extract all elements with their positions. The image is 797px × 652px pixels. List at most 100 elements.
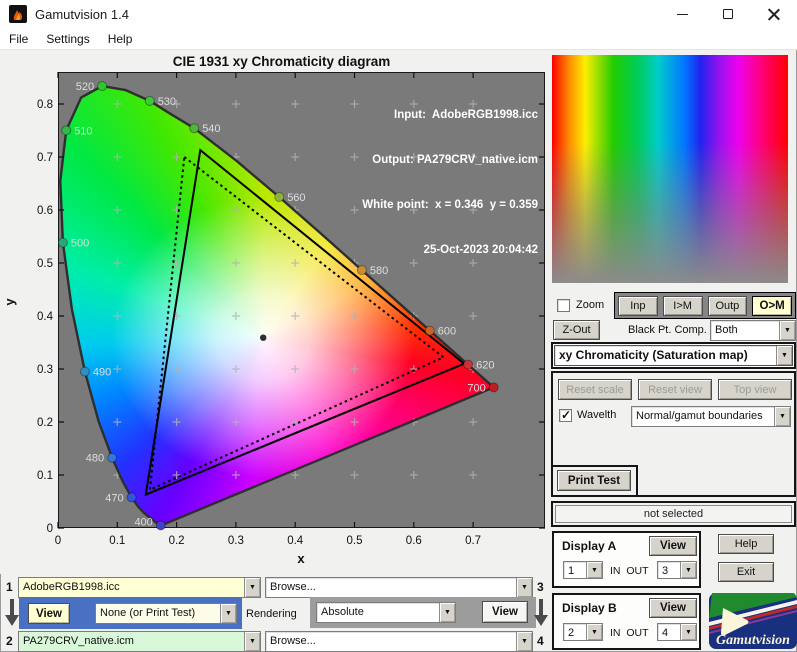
wavelength-label-400: 400 bbox=[134, 517, 152, 529]
operation-select[interactable]: None (or Print Test) bbox=[95, 603, 237, 624]
chevron-down-icon[interactable] bbox=[680, 562, 696, 578]
annotation-output: Output: PA279CRV_native.icm bbox=[372, 154, 538, 166]
boundaries-select[interactable]: Normal/gamut boundaries bbox=[631, 406, 791, 427]
grid-mark bbox=[231, 100, 240, 108]
display-b-view-button[interactable]: View bbox=[649, 598, 697, 618]
view-mode-select[interactable]: xy Chromaticity (Saturation map) bbox=[554, 345, 793, 366]
grid-mark bbox=[113, 100, 122, 108]
chevron-down-icon[interactable] bbox=[244, 632, 260, 651]
print-test-button[interactable]: Print Test bbox=[557, 470, 631, 491]
chevron-down-icon[interactable] bbox=[586, 624, 602, 640]
app-window: Gamutvision 1.4 File Settings Help CIE 193… bbox=[0, 0, 797, 652]
black-pt-comp-select[interactable]: Both bbox=[710, 320, 796, 341]
rendering-intent-select[interactable]: Absolute bbox=[316, 602, 456, 623]
grid-mark bbox=[469, 418, 478, 426]
profile-button-outp[interactable]: Outp bbox=[707, 295, 748, 316]
y-tick-label: 0.5 bbox=[37, 258, 53, 270]
zoom-checkbox[interactable] bbox=[557, 299, 570, 312]
slot-3-number: 3 bbox=[537, 580, 544, 594]
minimize-button[interactable] bbox=[659, 0, 705, 28]
z-out-button[interactable]: Z-Out bbox=[553, 320, 600, 340]
y-tick-label: 0.4 bbox=[37, 311, 54, 323]
grid-mark bbox=[172, 365, 181, 373]
slot-1-number: 1 bbox=[6, 580, 13, 594]
chevron-down-icon[interactable] bbox=[439, 603, 455, 622]
wavelength-label-470: 470 bbox=[105, 492, 123, 504]
display-b-in-select[interactable]: 2 bbox=[563, 623, 603, 641]
logo-text: Gamutvision bbox=[716, 633, 790, 648]
output-view-button[interactable]: View bbox=[482, 601, 528, 623]
flow-down-arrow-left-icon bbox=[5, 599, 19, 627]
wavelength-label-480: 480 bbox=[86, 453, 104, 465]
exit-button[interactable]: Exit bbox=[718, 562, 774, 582]
chevron-down-icon[interactable] bbox=[516, 632, 532, 651]
x-tick-label: 0.7 bbox=[465, 535, 481, 547]
chevron-down-icon[interactable] bbox=[220, 604, 236, 623]
wavelength-dot-540 bbox=[189, 123, 200, 134]
wavelth-checkbox[interactable] bbox=[559, 408, 572, 422]
reset-view-button[interactable]: Reset view bbox=[638, 379, 712, 400]
profile-button-inp[interactable]: Inp bbox=[618, 295, 658, 316]
menu-item-help[interactable]: Help bbox=[99, 30, 142, 48]
chevron-down-icon[interactable] bbox=[244, 578, 260, 597]
x-tick-label: 0.1 bbox=[109, 535, 125, 547]
status-frame: not selected bbox=[551, 501, 796, 527]
wavelength-dot-530 bbox=[144, 95, 155, 106]
annotation-timestamp: 25-Oct-2023 20:04:42 bbox=[423, 244, 538, 256]
maximize-button[interactable] bbox=[705, 0, 751, 28]
rendering-label: Rendering bbox=[246, 608, 297, 620]
chevron-down-icon[interactable] bbox=[776, 346, 792, 365]
top-view-button[interactable]: Top view bbox=[718, 379, 792, 400]
browse-output-select[interactable]: Browse... bbox=[265, 631, 533, 652]
wavelength-label-520: 520 bbox=[76, 81, 94, 93]
x-tick-label: 0.6 bbox=[406, 535, 422, 547]
grid-mark bbox=[231, 365, 240, 373]
y-tick-label: 0.3 bbox=[37, 364, 53, 376]
chevron-down-icon[interactable] bbox=[516, 578, 532, 597]
profile-button-o-m[interactable]: O>M bbox=[752, 295, 792, 316]
annotation-white-point: White point: x = 0.346 y = 0.359 bbox=[362, 199, 538, 211]
x-tick-label: 0 bbox=[55, 535, 61, 547]
display-b-out-value: 4 bbox=[662, 627, 669, 639]
chevron-down-icon[interactable] bbox=[779, 321, 795, 340]
wavelength-label-510: 510 bbox=[74, 125, 92, 137]
input-view-button[interactable]: View bbox=[28, 603, 70, 624]
display-a-title: Display A bbox=[562, 539, 617, 553]
profile-button-i-m[interactable]: I>M bbox=[662, 295, 703, 316]
grid-mark bbox=[113, 418, 122, 426]
browse-input-select[interactable]: Browse... bbox=[265, 577, 533, 598]
display-a-out-select[interactable]: 3 bbox=[657, 561, 697, 579]
grid-mark bbox=[113, 312, 122, 320]
wavelength-label-600: 600 bbox=[438, 326, 456, 338]
gamutvision-logo: Gamutvision bbox=[709, 593, 797, 649]
help-button[interactable]: Help bbox=[718, 534, 774, 554]
display-a-panel: Display A View 1 IN OUT 3 bbox=[552, 531, 701, 588]
display-a-in-select[interactable]: 1 bbox=[563, 561, 603, 579]
grid-mark bbox=[231, 471, 240, 479]
display-b-inout-label: IN OUT bbox=[610, 627, 649, 639]
chevron-down-icon[interactable] bbox=[774, 407, 790, 426]
input-profile-select[interactable]: AdobeRGB1998.icc bbox=[18, 577, 261, 598]
annotation-input: Input: AdobeRGB1998.icc bbox=[394, 109, 538, 121]
output-profile-select[interactable]: PA279CRV_native.icm bbox=[18, 631, 261, 652]
reset-scale-button[interactable]: Reset scale bbox=[558, 379, 632, 400]
chart-annotation: Input: AdobeRGB1998.icc Output: PA279CRV… bbox=[362, 78, 538, 288]
chevron-down-icon[interactable] bbox=[586, 562, 602, 578]
menu-item-settings[interactable]: Settings bbox=[37, 30, 98, 48]
view-mode-frame: xy Chromaticity (Saturation map) bbox=[551, 342, 796, 369]
menu-item-file[interactable]: File bbox=[0, 30, 37, 48]
display-a-out-value: 3 bbox=[662, 565, 669, 577]
display-a-view-button[interactable]: View bbox=[649, 536, 697, 556]
operation-value: None (or Print Test) bbox=[96, 604, 220, 623]
wavelength-dot-700 bbox=[488, 382, 499, 393]
wavelength-label-700: 700 bbox=[467, 382, 485, 394]
close-button[interactable] bbox=[751, 0, 797, 28]
grid-mark bbox=[172, 153, 181, 161]
saturation-map-preview bbox=[552, 55, 788, 283]
display-a-in-value: 1 bbox=[568, 565, 575, 577]
display-b-out-select[interactable]: 4 bbox=[657, 623, 697, 641]
chevron-down-icon[interactable] bbox=[680, 624, 696, 640]
menu-bar: File Settings Help bbox=[0, 28, 797, 50]
output-profile-value: PA279CRV_native.icm bbox=[19, 632, 244, 651]
display-a-inout-label: IN OUT bbox=[610, 565, 649, 577]
